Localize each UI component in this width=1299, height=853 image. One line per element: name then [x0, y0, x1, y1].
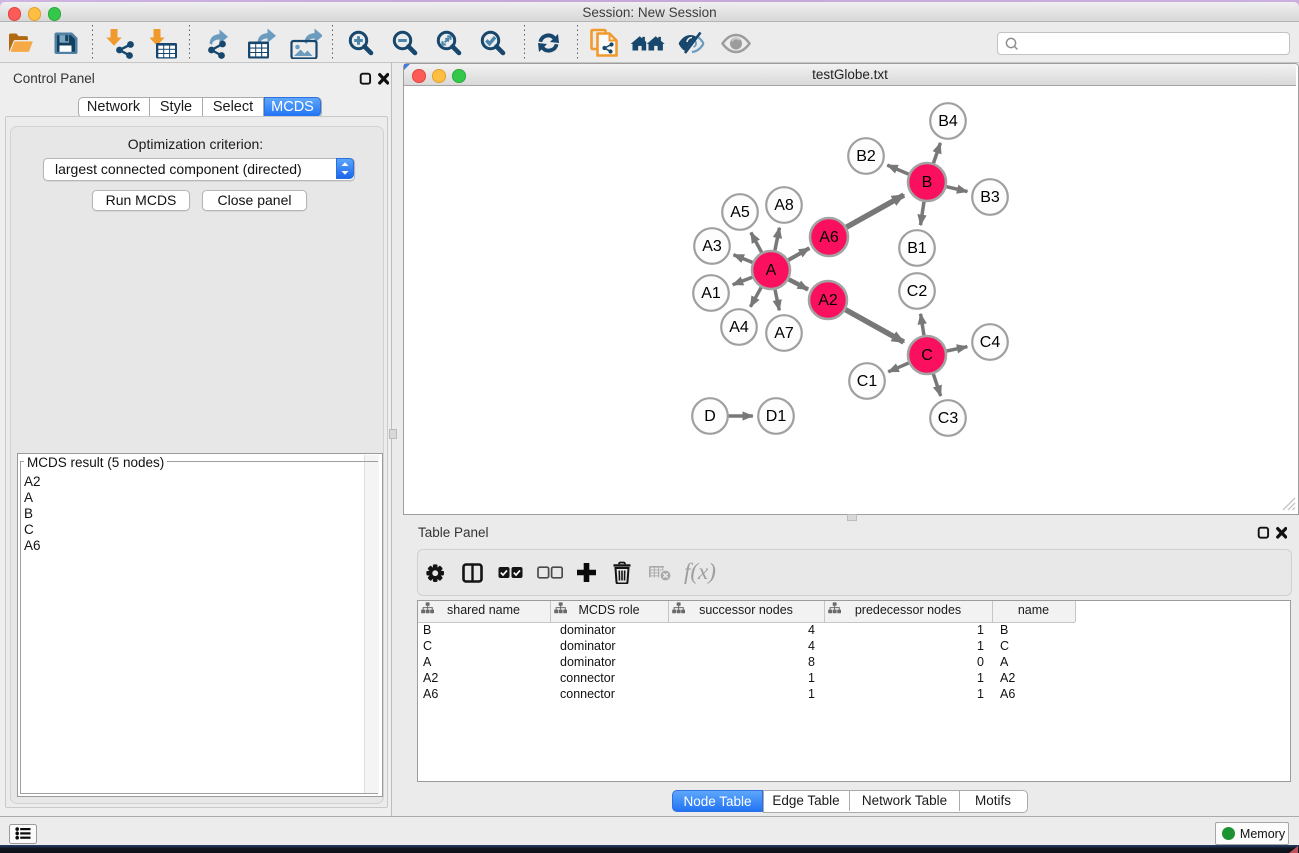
svg-text:B1: B1: [907, 240, 927, 257]
svg-text:C4: C4: [980, 334, 1001, 351]
svg-text:C1: C1: [857, 373, 878, 390]
svg-text:A8: A8: [774, 197, 794, 214]
svg-text:C: C: [921, 347, 933, 364]
svg-text:B: B: [922, 174, 933, 191]
svg-text:A4: A4: [729, 319, 749, 336]
svg-text:A6: A6: [819, 229, 839, 246]
svg-text:B3: B3: [980, 189, 1000, 206]
svg-text:D1: D1: [766, 408, 787, 425]
svg-text:A5: A5: [730, 204, 750, 221]
svg-text:A1: A1: [701, 285, 721, 302]
svg-text:B4: B4: [938, 113, 958, 130]
svg-text:D: D: [704, 408, 716, 425]
svg-text:B2: B2: [856, 148, 876, 165]
svg-text:A: A: [766, 262, 777, 279]
svg-text:C3: C3: [938, 410, 959, 427]
svg-text:A2: A2: [818, 292, 838, 309]
svg-text:A7: A7: [774, 325, 794, 342]
svg-text:C2: C2: [907, 283, 928, 300]
svg-text:A3: A3: [702, 238, 722, 255]
